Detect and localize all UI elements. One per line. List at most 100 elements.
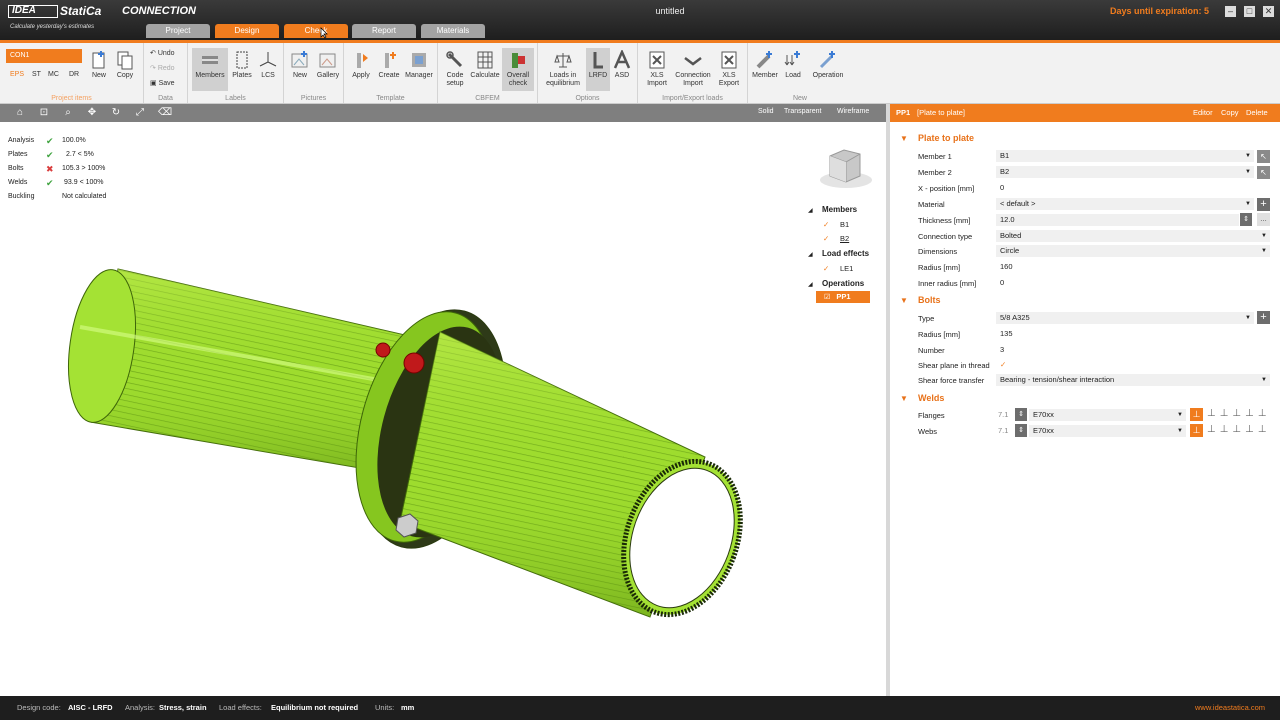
pick-member1-icon[interactable]: ↖ (1257, 150, 1270, 163)
member2-select[interactable]: B2 ▼ (996, 166, 1254, 178)
weld-type-fillet-icon[interactable]: ⊥ (1190, 424, 1203, 437)
collapse-plate-icon[interactable]: ▼ (900, 134, 908, 143)
add-bolt-type-icon[interactable]: + (1257, 311, 1270, 324)
b2-visibility-checkbox[interactable]: ✓ (823, 234, 829, 243)
thickness-stepper[interactable]: ⇕ (1240, 213, 1252, 226)
connection-import-button[interactable]: Connection Import (672, 48, 714, 91)
home-view-icon[interactable]: ⌂ (14, 107, 26, 119)
link-dr[interactable]: DR (69, 71, 79, 78)
tree-member-b2[interactable]: B2 (840, 234, 849, 243)
web-weld-material-select[interactable]: E70xx ▼ (1029, 425, 1186, 437)
inner-radius-input[interactable]: 0 (996, 277, 1254, 289)
collapse-members-icon[interactable]: ◢ (808, 207, 813, 214)
save-button[interactable]: ▣ Save (150, 79, 175, 87)
flange-weld-stepper[interactable]: ⇕ (1015, 408, 1027, 421)
copy-button[interactable]: Copy (1221, 104, 1239, 122)
new-member-button[interactable]: Member (750, 48, 780, 91)
connection-select[interactable]: CON1 (6, 49, 82, 63)
dimensions-select[interactable]: Circle ▼ (996, 245, 1270, 257)
3d-viewport[interactable]: Analysis ✔ 100.0% Plates ✔ 2.7 < 5% Bolts ✖ 10… (0, 122, 886, 696)
undo-button[interactable]: ↶ Undo (150, 49, 175, 57)
bolt-type-select[interactable]: 5/8 A325 ▼ (996, 312, 1254, 324)
weld-type-options-icon[interactable]: ⊥⊥⊥⊥⊥ (1207, 424, 1271, 435)
zoom-window-icon[interactable]: ⊡ (38, 107, 50, 119)
connection-model[interactable] (0, 122, 886, 696)
tab-materials[interactable]: Materials (421, 24, 485, 38)
add-material-icon[interactable]: + (1257, 198, 1270, 211)
pick-member2-icon[interactable]: ↖ (1257, 166, 1270, 179)
flange-weld-size[interactable]: 7.1 (998, 410, 1008, 419)
member1-select[interactable]: B1 ▼ (996, 150, 1254, 162)
new-load-button[interactable]: Load (780, 48, 806, 91)
new-operation-button[interactable]: Operation (808, 48, 848, 91)
eraser-icon[interactable]: ⌫ (158, 107, 172, 119)
collapse-operations-icon[interactable]: ◢ (808, 281, 813, 288)
view-mode-wireframe[interactable]: Wireframe (837, 108, 869, 115)
b1-visibility-checkbox[interactable]: ✓ (823, 220, 829, 229)
member-b1[interactable] (60, 265, 406, 475)
material-select[interactable]: < default > ▼ (996, 198, 1254, 210)
bolt-2[interactable] (403, 352, 425, 374)
bolt-1[interactable] (375, 342, 391, 358)
bolt-3[interactable] (395, 513, 419, 538)
bolt-number-input[interactable]: 3 (996, 344, 1254, 356)
tab-report[interactable]: Report (352, 24, 416, 38)
close-button[interactable]: ✕ (1263, 6, 1274, 17)
tree-load-effects[interactable]: Load effects (822, 249, 869, 258)
view-mode-solid[interactable]: Solid (758, 108, 774, 115)
lcs-labels-button[interactable]: LCS (254, 48, 282, 91)
x-position-input[interactable]: 0 (996, 182, 1254, 194)
gallery-button[interactable]: Gallery (314, 48, 342, 91)
tree-operation-pp1[interactable]: ☑ PP1 (816, 291, 870, 303)
tree-member-b1[interactable]: B1 (840, 220, 849, 229)
new-project-item-button[interactable]: New (86, 48, 112, 91)
bolt-radius-input[interactable]: 135 (996, 328, 1254, 340)
minimize-button[interactable]: – (1225, 6, 1236, 17)
lrfd-button[interactable]: LRFD (586, 48, 610, 91)
tree-operations[interactable]: Operations (822, 279, 864, 288)
xls-import-button[interactable]: XLS Import (642, 48, 672, 91)
pan-icon[interactable]: ✥ (86, 107, 98, 119)
shear-plane-checkbox[interactable]: ✓ (996, 359, 1254, 371)
create-template-button[interactable]: Create (374, 48, 404, 91)
tab-check[interactable]: Check (284, 24, 348, 38)
tree-members[interactable]: Members (822, 205, 857, 214)
weld-type-options-icon[interactable]: ⊥⊥⊥⊥⊥ (1207, 408, 1271, 419)
web-weld-stepper[interactable]: ⇕ (1015, 424, 1027, 437)
radius-input[interactable]: 160 (996, 261, 1254, 273)
le1-checkbox[interactable]: ✓ (823, 264, 829, 273)
collapse-bolts-icon[interactable]: ▼ (900, 296, 908, 305)
loads-in-equilibrium-button[interactable]: Loads in equilibrium (542, 48, 584, 91)
member-b2[interactable] (399, 331, 761, 631)
collapse-welds-icon[interactable]: ▼ (900, 394, 908, 403)
plates-labels-button[interactable]: Plates (228, 48, 256, 91)
connection-type-select[interactable]: Bolted ▼ (996, 230, 1270, 242)
navigation-cube-icon[interactable] (816, 144, 876, 194)
tab-design[interactable]: Design (215, 24, 279, 38)
template-manager-button[interactable]: Manager (402, 48, 436, 91)
website-link[interactable]: www.ideastatica.com (1195, 696, 1265, 720)
view-mode-transparent[interactable]: Transparent (784, 108, 821, 115)
copy-project-item-button[interactable]: Copy (112, 48, 138, 91)
delete-button[interactable]: Delete (1246, 104, 1268, 122)
members-labels-button[interactable]: Members (192, 48, 228, 91)
redo-button[interactable]: ↷ Redo (150, 64, 175, 72)
zoom-icon[interactable]: ⌕ (62, 107, 74, 119)
asd-button[interactable]: ASD (610, 48, 634, 91)
rotate-icon[interactable]: ↻ (110, 107, 122, 119)
code-setup-button[interactable]: Code setup (440, 48, 470, 91)
collapse-loads-icon[interactable]: ◢ (808, 251, 813, 258)
web-weld-size[interactable]: 7.1 (998, 426, 1008, 435)
maximize-button[interactable]: □ (1244, 6, 1255, 17)
zoom-extents-icon[interactable]: ⤢ (134, 107, 146, 119)
thickness-input[interactable]: 12.0 (996, 214, 1239, 226)
link-eps[interactable]: EPS (10, 71, 24, 78)
weld-type-fillet-icon[interactable]: ⊥ (1190, 408, 1203, 421)
link-mc[interactable]: MC (48, 71, 59, 78)
panel-splitter[interactable] (886, 104, 890, 696)
tab-project[interactable]: Project (146, 24, 210, 38)
calculate-button[interactable]: Calculate (470, 48, 500, 91)
apply-template-button[interactable]: Apply (346, 48, 376, 91)
tree-load-le1[interactable]: LE1 (840, 264, 853, 273)
shear-force-select[interactable]: Bearing - tension/shear interaction ▼ (996, 374, 1270, 386)
